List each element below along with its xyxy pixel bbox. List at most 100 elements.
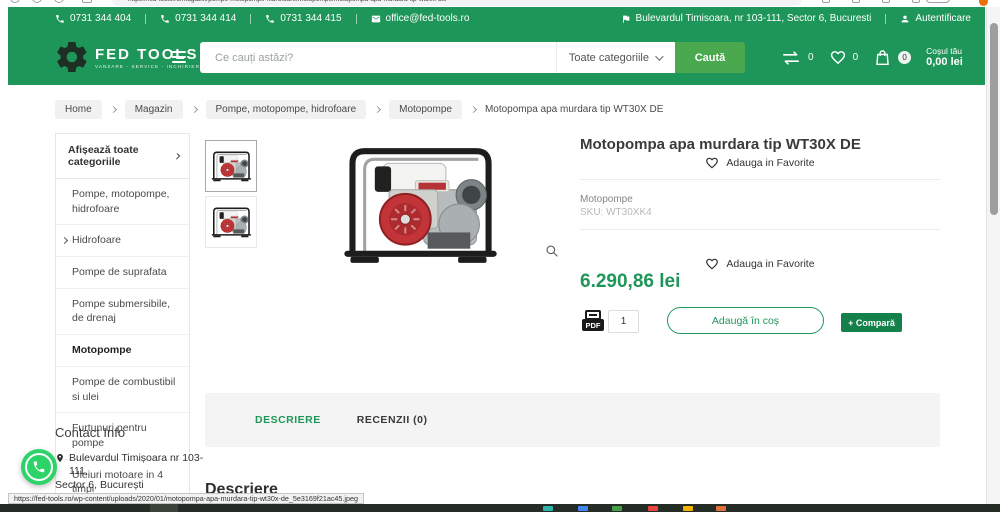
phone-link[interactable]: 0731 344 404 xyxy=(55,13,131,24)
brand-name: FED TOOLS xyxy=(95,45,199,63)
taskbar-app-icon[interactable] xyxy=(612,506,622,511)
search-input[interactable] xyxy=(200,51,556,64)
breadcrumb-motopompe[interactable]: Motopompe xyxy=(389,100,462,119)
category-dropdown[interactable]: Toate categoriile xyxy=(555,42,675,73)
pump-illustration xyxy=(328,139,510,269)
contact-address-text: Sector 6, București xyxy=(55,479,144,492)
product-tabs: DESCRIERE RECENZII (0) xyxy=(205,393,940,447)
forward-icon[interactable] xyxy=(32,0,42,3)
phone-icon xyxy=(56,14,64,23)
email-address: office@fed-tools.ro xyxy=(385,13,470,24)
menu-hamburger-icon[interactable] xyxy=(172,51,186,66)
reload-icon[interactable] xyxy=(54,0,64,3)
chevron-right-icon xyxy=(469,105,477,114)
breadcrumb-home[interactable]: Home xyxy=(55,100,102,119)
sidebar-item-pompe-de-suprafata[interactable]: Pompe de suprafata xyxy=(56,257,189,289)
sidebar-item-motopompe[interactable]: Motopompe xyxy=(56,335,189,367)
top-contact-bar: 0731 344 404 0731 344 414 0731 344 415 o… xyxy=(8,7,985,30)
cart-button[interactable]: 0 xyxy=(873,48,912,68)
taskbar-app-icon[interactable] xyxy=(683,506,693,511)
category-dropdown-label: Toate categoriile xyxy=(568,51,649,64)
compare-product-button[interactable]: + Compară xyxy=(841,313,902,332)
webpage: 0731 344 404 0731 344 414 0731 344 415 o… xyxy=(8,7,985,512)
search-button[interactable]: Caută xyxy=(675,42,745,73)
site-header: FED TOOLS VANZARE - SERVICE - INCHIRIERE… xyxy=(8,30,985,85)
quantity-input[interactable] xyxy=(608,310,639,333)
product-main-image[interactable] xyxy=(328,139,510,269)
cart-totals[interactable]: Coșul tău 0,00 lei xyxy=(926,46,963,69)
breadcrumb-pompe[interactable]: Pompe, motopompe, hidrofoare xyxy=(205,100,367,119)
sidebar-item-pompe-motopompe-hidrofoare[interactable]: Pompe, motopompe, hidrofoare xyxy=(56,179,189,226)
chevron-right-icon xyxy=(109,105,117,114)
extension-icon[interactable] xyxy=(822,0,830,3)
topbar-right: Bulevardul Timisoara, nr 103-111, Sector… xyxy=(621,13,971,24)
product-thumbnail-2[interactable] xyxy=(205,196,257,248)
contact-address-line1: Bulevardul Timișoara nr 103-111, xyxy=(55,452,215,478)
back-icon[interactable] xyxy=(10,0,20,3)
breadcrumb-magazin[interactable]: Magazin xyxy=(124,100,183,119)
sidebar-item-pompe-de-combustibil[interactable]: Pompe de combustibil si ulei xyxy=(56,367,189,414)
contact-address-line2: Sector 6, București xyxy=(55,479,215,492)
taskbar-app-icon[interactable] xyxy=(716,506,726,511)
header-action-icons: 0 0 0 Coșul tău 0,00 lei xyxy=(780,30,963,85)
email-link[interactable]: office@fed-tools.ro xyxy=(371,13,470,24)
taskbar-app-icon[interactable] xyxy=(648,506,658,511)
add-to-cart-button[interactable]: Adaugă în coș xyxy=(667,307,824,334)
phone-number: 0731 344 404 xyxy=(70,13,132,24)
tab-recenzii[interactable]: RECENZII (0) xyxy=(357,414,428,426)
svg-text:PDF: PDF xyxy=(586,321,601,330)
contact-address-text: Bulevardul Timișoara nr 103-111, xyxy=(69,452,204,478)
extension-icon[interactable] xyxy=(852,0,860,3)
shopping-bag-icon xyxy=(876,49,889,65)
wishlist-button[interactable]: 0 xyxy=(829,49,858,66)
image-zoom-icon[interactable] xyxy=(545,244,559,258)
compare-button[interactable]: 0 xyxy=(780,50,814,66)
address-url: https://fed-tools.ro/magazin/pompe-motop… xyxy=(128,0,447,3)
sidebar-show-all-categories[interactable]: Afișează toate categoriile xyxy=(56,134,189,179)
divider xyxy=(145,13,147,24)
sidebar-toggle-icon[interactable] xyxy=(82,0,92,3)
product-sku: SKU: WT30XK4 xyxy=(580,207,652,218)
breadcrumb: Home Magazin Pompe, motopompe, hidrofoar… xyxy=(55,100,663,119)
taskbar-app-icon[interactable] xyxy=(578,506,588,511)
contact-heading: Contact Info xyxy=(55,425,126,440)
login-link[interactable]: Autentificare xyxy=(900,13,971,24)
favorite-label: Adauga in Favorite xyxy=(726,258,815,270)
divider xyxy=(580,229,940,230)
pdf-download-button[interactable]: PDF xyxy=(580,310,606,334)
product-thumb-image xyxy=(210,207,252,239)
phone-link[interactable]: 0731 344 414 xyxy=(160,13,236,24)
scrollbar-thumb[interactable] xyxy=(990,23,998,215)
extension-icon[interactable] xyxy=(912,0,920,3)
product-category[interactable]: Motopompe xyxy=(580,194,633,205)
tab-descriere[interactable]: DESCRIERE xyxy=(255,414,321,426)
product-thumb-image xyxy=(210,151,252,183)
vertical-scrollbar[interactable] xyxy=(986,7,1000,504)
divider xyxy=(355,13,357,24)
store-address: Bulevardul Timisoara, nr 103-111, Sector… xyxy=(621,13,871,24)
profile-avatar-icon[interactable] xyxy=(979,0,988,6)
product-title: Motopompa apa murdara tip WT30X DE xyxy=(580,136,861,153)
compare-count: 0 xyxy=(808,52,814,63)
phone-link[interactable]: 0731 344 415 xyxy=(265,13,342,24)
breadcrumb-current: Motopompa apa murdara tip WT30X DE xyxy=(484,104,664,115)
pdf-icon: PDF xyxy=(582,310,604,331)
cart-count-badge: 0 xyxy=(898,51,912,64)
product-thumbnail-1[interactable] xyxy=(205,140,257,192)
add-to-favorites-button[interactable]: Adauga in Favorite xyxy=(580,156,940,170)
topbar-left: 0731 344 404 0731 344 414 0731 344 415 o… xyxy=(55,13,469,24)
address-bar[interactable]: https://fed-tools.ro/magazin/pompe-motop… xyxy=(112,0,802,6)
phone-number: 0731 344 414 xyxy=(175,13,237,24)
profile-pill[interactable] xyxy=(926,0,950,3)
sidebar-item-pompe-submersibile-de-drenaj[interactable]: Pompe submersibile, de drenaj xyxy=(56,289,189,336)
os-taskbar[interactable] xyxy=(0,504,1000,512)
search-bar: Toate categoriile xyxy=(200,42,675,73)
whatsapp-button[interactable] xyxy=(21,449,57,485)
sidebar-item-hidrofoare[interactable]: Hidrofoare xyxy=(56,225,189,258)
location-pin-icon xyxy=(57,453,63,463)
favorite-label: Adauga in Favorite xyxy=(726,157,815,169)
extension-icon[interactable] xyxy=(882,0,890,3)
taskbar-start-button[interactable] xyxy=(150,504,178,512)
taskbar-app-icon[interactable] xyxy=(543,506,553,511)
add-to-favorites-button[interactable]: Adauga in Favorite xyxy=(580,257,940,271)
